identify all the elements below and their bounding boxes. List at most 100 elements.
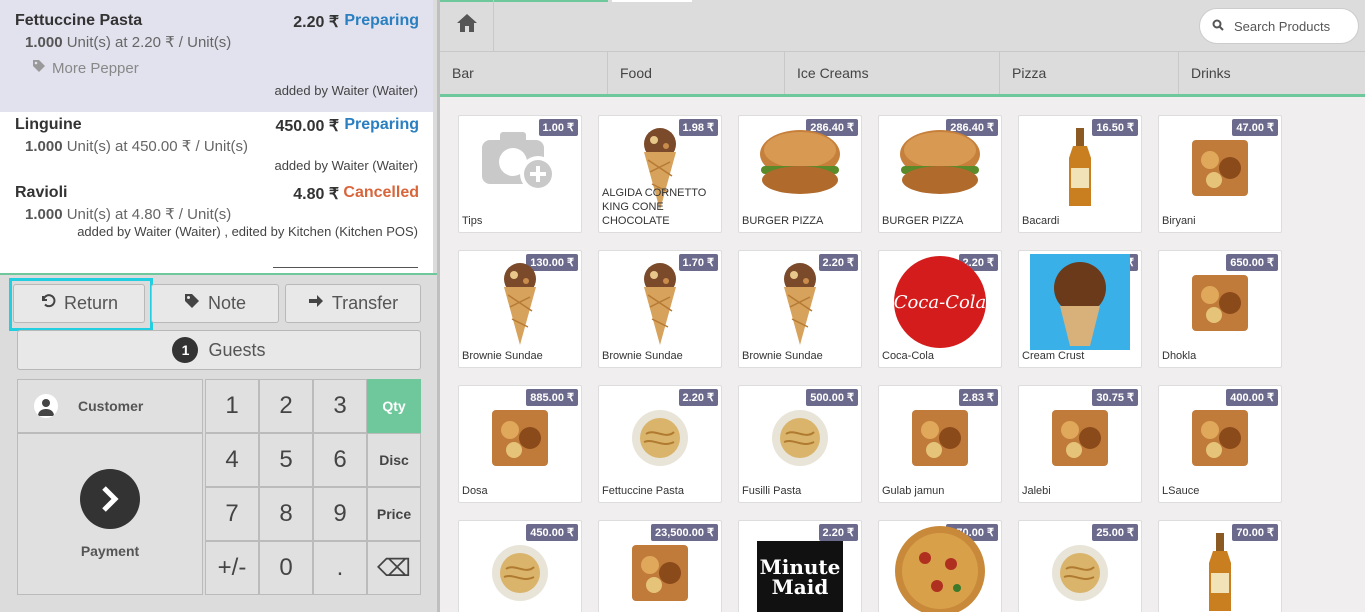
price-badge: 2.20 ₹	[818, 254, 858, 271]
home-button[interactable]	[440, 0, 494, 51]
product-card[interactable]: 25.00 ₹	[1018, 520, 1142, 612]
product-card[interactable]: 70.00 ₹	[1158, 520, 1282, 612]
product-image	[1190, 273, 1250, 338]
product-image	[910, 408, 970, 473]
return-button[interactable]: Return	[13, 284, 145, 323]
orderline-1[interactable]: Linguine 450.00 ₹ Preparing 1.000 Unit(s…	[0, 112, 433, 180]
product-card[interactable]: 286.40 ₹ BURGER PIZZA	[738, 115, 862, 233]
product-card[interactable]: 650.00 ₹ Dhokla	[1158, 250, 1282, 368]
numpad-key-9[interactable]: 9	[313, 487, 367, 541]
home-icon	[456, 13, 478, 38]
product-card[interactable]: 38.25 ₹Cream Crust	[1018, 250, 1142, 368]
product-image: Minute Maid	[757, 541, 843, 612]
product-card[interactable]: 23,500.00 ₹	[598, 520, 722, 612]
category-underline	[440, 94, 1365, 97]
product-card[interactable]: 450.00 ₹	[458, 520, 582, 612]
customer-label: Customer	[78, 398, 144, 414]
product-name: Dhokla	[1162, 350, 1197, 362]
payment-button[interactable]: Payment	[17, 433, 203, 595]
orderline-2[interactable]: Ravioli 4.80 ₹ Cancelled 1.000 Unit(s) a…	[0, 180, 433, 250]
product-card[interactable]: 1.00 ₹ Tips	[458, 115, 582, 233]
orderline-0[interactable]: Fettuccine Pasta 2.20 ₹ Preparing 1.000 …	[0, 0, 433, 112]
product-image	[638, 261, 682, 352]
category-bar-item[interactable]: Bar	[440, 52, 608, 94]
numpad-key-2[interactable]: 2	[259, 379, 313, 433]
tag-icon	[32, 59, 46, 77]
product-image	[630, 543, 690, 608]
price-badge: 2.20 ₹	[678, 389, 718, 406]
product-card[interactable]: 885.00 ₹ Dosa	[458, 385, 582, 503]
orderline-added: added by Waiter (Waiter)	[274, 83, 418, 98]
product-card[interactable]: 1.70 ₹ Brownie Sundae	[598, 250, 722, 368]
category-food[interactable]: Food	[608, 52, 785, 94]
product-image	[757, 126, 843, 203]
product-name: LSauce	[1162, 485, 1200, 497]
product-card[interactable]: 500.00 ₹ Fusilli Pasta	[738, 385, 862, 503]
orderline-price: 450.00 ₹	[275, 118, 339, 135]
product-image	[1050, 543, 1110, 608]
numpad-mode-price[interactable]: Price	[367, 487, 421, 541]
numpad-mode-qty[interactable]: Qty	[367, 379, 421, 433]
search-input[interactable]: Search Products	[1234, 19, 1330, 34]
product-card[interactable]: 2.20 ₹ Brownie Sundae	[738, 250, 862, 368]
return-label: Return	[63, 293, 119, 313]
product-grid: 1.00 ₹ Tips 1.98 ₹ ALGIDA CORNETTO KING CON…	[458, 115, 1282, 612]
order-panel: Fettuccine Pasta 2.20 ₹ Preparing 1.000 …	[0, 0, 437, 612]
numpad-mode-disc[interactable]: Disc	[367, 433, 421, 487]
product-card[interactable]: 1.98 ₹ ALGIDA CORNETTO KING CONE CHOCOLAT…	[598, 115, 722, 233]
orderline-price: 2.20 ₹	[293, 14, 339, 31]
product-name: Brownie Sundae	[742, 350, 823, 362]
product-card[interactable]: 16.50 ₹ Bacardi	[1018, 115, 1142, 233]
divider	[0, 273, 437, 275]
product-card[interactable]: 400.00 ₹ LSauce	[1158, 385, 1282, 503]
numpad-key-0[interactable]: 0	[259, 541, 313, 595]
product-name: Dosa	[462, 485, 488, 497]
numpad-key-5[interactable]: 5	[259, 433, 313, 487]
price-badge: 2.20 ₹	[818, 524, 858, 541]
category-pizza[interactable]: Pizza	[1000, 52, 1179, 94]
guests-label: Guests	[208, 339, 266, 360]
product-image	[1030, 254, 1130, 355]
product-card[interactable]: 2.83 ₹ Gulab jamun	[878, 385, 1002, 503]
product-image	[1205, 531, 1235, 612]
price-badge: 500.00 ₹	[806, 389, 858, 406]
price-badge: 1.70 ₹	[678, 254, 718, 271]
product-name: Tips	[462, 215, 483, 227]
product-card[interactable]: 30.75 ₹ Jalebi	[1018, 385, 1142, 503]
customer-button[interactable]: Customer	[17, 379, 203, 433]
numpad-key-dot[interactable]: .	[313, 541, 367, 595]
numpad-key-6[interactable]: 6	[313, 433, 367, 487]
product-image	[1190, 138, 1250, 203]
note-button[interactable]: Note	[151, 284, 279, 323]
product-image	[1190, 408, 1250, 473]
numpad-key-4[interactable]: 4	[205, 433, 259, 487]
product-name: ALGIDA CORNETTO KING CONE CHOCOLATE	[602, 187, 707, 227]
category-ice-creams[interactable]: Ice Creams	[785, 52, 1000, 94]
product-name: Brownie Sundae	[462, 350, 543, 362]
product-image	[498, 261, 542, 352]
numpad-key-8[interactable]: 8	[259, 487, 313, 541]
transfer-button[interactable]: Transfer	[285, 284, 421, 323]
guests-count: 1	[172, 337, 199, 363]
search-icon	[1212, 19, 1224, 34]
orderline-added: added by Waiter (Waiter) , edited by Kit…	[77, 224, 418, 239]
guests-button[interactable]: 1 Guests	[17, 330, 421, 370]
product-card[interactable]: 170.00 ₹	[878, 520, 1002, 612]
category-drinks[interactable]: Drinks	[1179, 52, 1365, 94]
numpad-key-sign[interactable]: +/-	[205, 541, 259, 595]
product-name: BURGER PIZZA	[742, 215, 824, 227]
product-card[interactable]: 2.20 ₹ Minute Maid	[738, 520, 862, 612]
numpad-key-7[interactable]: 7	[205, 487, 259, 541]
numpad-key-1[interactable]: 1	[205, 379, 259, 433]
product-name: BURGER PIZZA	[882, 215, 964, 227]
numpad-key-3[interactable]: 3	[313, 379, 367, 433]
product-card[interactable]: 2.20 ₹ Coca-Cola Coca-Cola	[878, 250, 1002, 368]
product-card[interactable]: 286.40 ₹ BURGER PIZZA	[878, 115, 1002, 233]
product-card[interactable]: 2.20 ₹ Fettuccine Pasta	[598, 385, 722, 503]
product-card[interactable]: 47.00 ₹ Biryani	[1158, 115, 1282, 233]
numpad: 1 2 3 Qty 4 5 6 Disc 7 8 9 Price +/- 0 .…	[205, 379, 421, 595]
backspace-icon[interactable]: ⌫	[367, 541, 421, 595]
search-box[interactable]: Search Products	[1199, 8, 1359, 44]
product-card[interactable]: 130.00 ₹ Brownie Sundae	[458, 250, 582, 368]
product-screen: Search Products Bar Food Ice Creams Pizz…	[440, 0, 1365, 612]
